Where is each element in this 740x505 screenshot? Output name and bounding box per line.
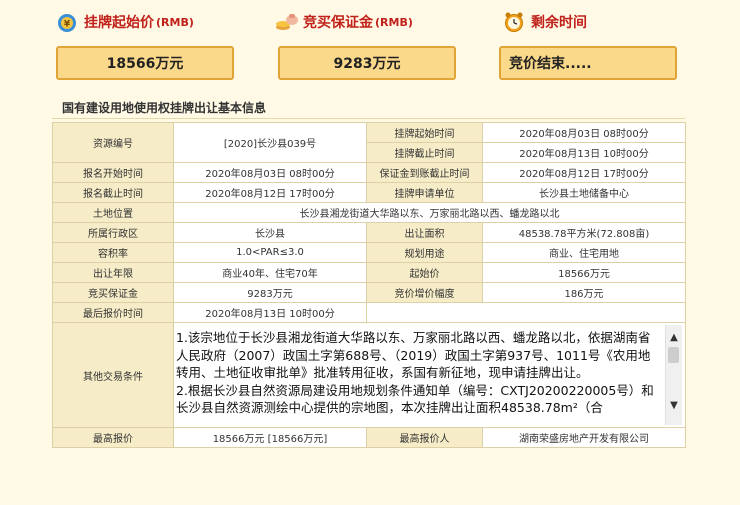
district-label: 所属行政区 [52, 222, 174, 243]
deposit-header: 竞买保证金 (RMB) [275, 8, 413, 36]
area-label: 出让面积 [366, 222, 483, 243]
table-deposit-value: 9283万元 [173, 282, 367, 303]
table-row: 其他交易条件 1.该宗地位于长沙县湘龙街道大华路以东、万家丽北路以西、蟠龙路以北… [52, 322, 686, 428]
table-start-price-value: 18566万元 [482, 262, 686, 283]
scrollbar-thumb[interactable] [668, 347, 679, 363]
increment-label: 竞价增价幅度 [366, 282, 483, 303]
resource-no-value: [2020]长沙县039号 [173, 122, 367, 163]
apply-end-value: 2020年08月12日 17时00分 [173, 182, 367, 203]
other-conditions-label: 其他交易条件 [52, 322, 174, 428]
apply-start-label: 报名开始时间 [52, 162, 174, 183]
listing-end-value: 2020年08月13日 10时00分 [482, 142, 686, 163]
listing-end-label: 挂牌截止时间 [366, 142, 483, 163]
location-label: 土地位置 [52, 202, 174, 223]
area-value: 48538.78平方米(72.808亩) [482, 222, 686, 243]
start-price-unit: (RMB) [156, 15, 194, 29]
chevron-down-icon[interactable]: ▼ [666, 399, 682, 413]
table-row: 最高报价 18566万元 [18566万元] 最高报价人 湖南荣盛房地产开发有限… [52, 427, 686, 448]
deposit-unit: (RMB) [375, 15, 413, 29]
table-row: 资源编号 [2020]长沙县039号 挂牌起始时间 2020年08月03日 08… [52, 122, 686, 163]
alarm-clock-icon [503, 11, 525, 33]
table-deposit-label: 竞买保证金 [52, 282, 174, 303]
empty-cell [366, 302, 686, 323]
remaining-box: 竞价结束..... [499, 46, 677, 80]
section-divider [52, 118, 685, 119]
table-start-price-label: 起始价 [366, 262, 483, 283]
top-bidder-value: 湖南荣盛房地产开发有限公司 [482, 427, 686, 448]
land-info-table: 资源编号 [2020]长沙县039号 挂牌起始时间 2020年08月03日 08… [52, 122, 686, 448]
other-conditions-cell: 1.该宗地位于长沙县湘龙街道大华路以东、万家丽北路以西、蟠龙路以北，依据湖南省人… [173, 322, 686, 428]
other-conditions-paragraph-2: 2.根据长沙县自然资源局建设用地规划条件通知单（编号：CXTJ202002200… [176, 382, 654, 416]
listing-start-label: 挂牌起始时间 [366, 122, 483, 143]
remaining-header: 剩余时间 [503, 8, 587, 36]
other-conditions-text: 1.该宗地位于长沙县湘龙街道大华路以东、万家丽北路以西、蟠龙路以北，依据湖南省人… [175, 325, 683, 417]
top-price-value: 18566万元 [18566万元] [173, 427, 367, 448]
table-row: 容积率 1.0<PAR≤3.0 规划用途 商业、住宅用地 [52, 242, 686, 263]
table-row: 报名开始时间 2020年08月03日 08时00分 保证金到账截止时间 2020… [52, 162, 686, 183]
resource-no-label: 资源编号 [52, 122, 174, 163]
vertical-scrollbar[interactable]: ▲ ▼ [665, 325, 682, 425]
start-price-value: 18566万元 [106, 56, 184, 72]
last-quote-value: 2020年08月13日 10时00分 [173, 302, 367, 323]
applicant-unit-value: 长沙县土地储备中心 [482, 182, 686, 203]
far-label: 容积率 [52, 242, 174, 263]
svg-text:¥: ¥ [64, 20, 71, 30]
deposit-deadline-value: 2020年08月12日 17时00分 [482, 162, 686, 183]
start-price-label: 挂牌起始价 [84, 15, 154, 31]
table-row: 竞买保证金 9283万元 竞价增价幅度 186万元 [52, 282, 686, 303]
apply-end-label: 报名截止时间 [52, 182, 174, 203]
far-value: 1.0<PAR≤3.0 [173, 242, 367, 263]
use-label: 规划用途 [366, 242, 483, 263]
section-title: 国有建设用地使用权挂牌出让基本信息 [62, 101, 267, 115]
other-conditions-paragraph-1: 1.该宗地位于长沙县湘龙街道大华路以东、万家丽北路以西、蟠龙路以北，依据湖南省人… [176, 330, 651, 381]
use-value: 商业、住宅用地 [482, 242, 686, 263]
top-price-label: 最高报价 [52, 427, 174, 448]
deposit-box: 9283万元 [278, 46, 456, 80]
listing-start-value: 2020年08月03日 08时00分 [482, 122, 686, 143]
coins-hand-icon [275, 11, 298, 33]
deposit-value: 9283万元 [333, 56, 401, 72]
remaining-value: 竞价结束..... [509, 56, 592, 72]
apply-start-value: 2020年08月03日 08时00分 [173, 162, 367, 183]
money-bag-icon: ¥ [56, 11, 78, 33]
years-value: 商业40年、住宅70年 [173, 262, 367, 283]
years-label: 出让年限 [52, 262, 174, 283]
chevron-up-icon[interactable]: ▲ [666, 331, 682, 345]
table-row: 所属行政区 长沙县 出让面积 48538.78平方米(72.808亩) [52, 222, 686, 243]
location-value: 长沙县湘龙街道大华路以东、万家丽北路以西、蟠龙路以北 [173, 202, 686, 223]
start-price-box: 18566万元 [56, 46, 234, 80]
top-bidder-label: 最高报价人 [366, 427, 483, 448]
remaining-label: 剩余时间 [531, 15, 587, 31]
district-value: 长沙县 [173, 222, 367, 243]
table-row: 最后报价时间 2020年08月13日 10时00分 [52, 302, 686, 323]
table-row: 出让年限 商业40年、住宅70年 起始价 18566万元 [52, 262, 686, 283]
other-conditions-textarea[interactable]: 1.该宗地位于长沙县湘龙街道大华路以东、万家丽北路以西、蟠龙路以北，依据湖南省人… [175, 325, 683, 425]
table-row: 报名截止时间 2020年08月12日 17时00分 挂牌申请单位 长沙县土地储备… [52, 182, 686, 203]
start-price-header: ¥ 挂牌起始价 (RMB) [56, 8, 194, 36]
deposit-deadline-label: 保证金到账截止时间 [366, 162, 483, 183]
deposit-label: 竞买保证金 [303, 15, 373, 31]
applicant-unit-label: 挂牌申请单位 [366, 182, 483, 203]
last-quote-label: 最后报价时间 [52, 302, 174, 323]
table-row: 土地位置 长沙县湘龙街道大华路以东、万家丽北路以西、蟠龙路以北 [52, 202, 686, 223]
increment-value: 186万元 [482, 282, 686, 303]
